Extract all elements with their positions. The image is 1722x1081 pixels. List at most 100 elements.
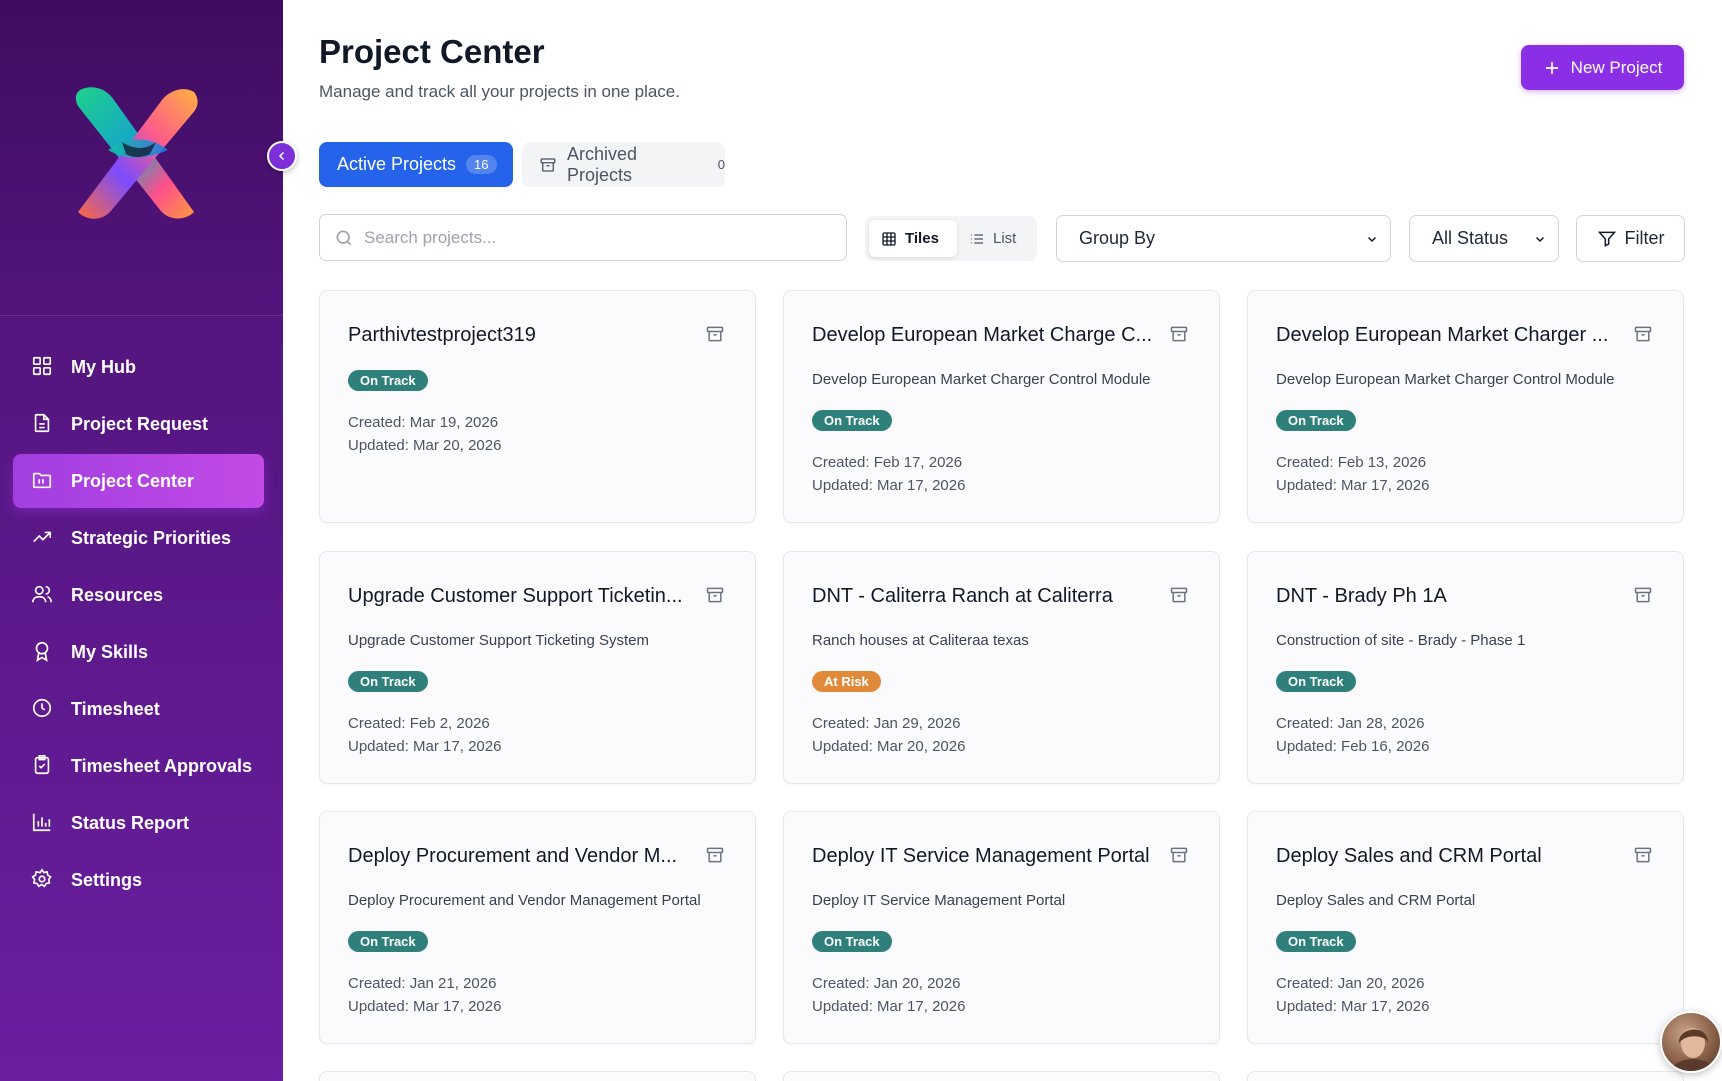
project-title: Deploy IT Service Management Portal	[812, 845, 1150, 867]
search-box	[319, 214, 847, 261]
sidebar-item-project-center[interactable]: Project Center	[13, 454, 264, 508]
project-card[interactable]: DNT - Caliterra Ranch at Caliterra Ranch…	[783, 551, 1220, 784]
status-badge: On Track	[812, 931, 892, 952]
filter-icon	[1597, 231, 1616, 247]
project-title: Deploy Sales and CRM Portal	[1276, 845, 1542, 867]
status-badge: On Track	[1276, 410, 1356, 431]
created-date: Created: Feb 17, 2026	[812, 454, 963, 471]
sidebar-item-label: Timesheet Approvals	[71, 755, 253, 776]
archive-icon[interactable]	[1633, 845, 1653, 865]
archive-icon[interactable]	[705, 585, 725, 605]
project-description: Deploy IT Service Management Portal	[812, 892, 1066, 909]
project-title: DNT - Caliterra Ranch at Caliterra	[812, 585, 1113, 607]
status-badge: On Track	[1276, 931, 1356, 952]
project-description: Construction of site - Brady - Phase 1	[1276, 632, 1526, 649]
sidebar-collapse-button[interactable]	[267, 141, 297, 171]
project-card-partial[interactable]	[783, 1071, 1220, 1081]
trending-up-icon	[31, 526, 55, 550]
project-card[interactable]: Develop European Market Charger ... Deve…	[1247, 290, 1684, 523]
project-card-partial[interactable]	[1247, 1071, 1684, 1081]
project-card[interactable]: Deploy IT Service Management Portal Depl…	[783, 811, 1220, 1044]
project-card-partial[interactable]	[319, 1071, 756, 1081]
sidebar-item-my-hub[interactable]: My Hub	[13, 340, 264, 394]
view-tiles-button[interactable]: Tiles	[869, 220, 957, 257]
project-description: Ranch houses at Caliteraa texas	[812, 632, 1029, 649]
filter-label: Filter	[1624, 228, 1665, 248]
project-description: Deploy Procurement and Vendor Management…	[348, 892, 701, 909]
sidebar: My Hub Project Request Project Center St…	[0, 0, 283, 1081]
main-content: Project Center Manage and track all your…	[283, 0, 1722, 1081]
tab-active-projects[interactable]: Active Projects 16	[319, 142, 513, 187]
clock-icon	[31, 697, 55, 721]
tab-count-badge: 0	[717, 157, 725, 172]
sidebar-item-settings[interactable]: Settings	[13, 853, 264, 907]
archive-icon[interactable]	[705, 845, 725, 865]
project-card[interactable]: Deploy Procurement and Vendor M... Deplo…	[319, 811, 756, 1044]
updated-date: Updated: Feb 16, 2026	[1276, 738, 1430, 755]
sidebar-item-timesheet[interactable]: Timesheet	[13, 682, 264, 736]
archive-icon[interactable]	[1169, 585, 1189, 605]
created-date: Created: Jan 20, 2026	[1276, 975, 1425, 992]
filter-button[interactable]: Filter	[1576, 215, 1685, 262]
chevron-left-icon	[278, 151, 285, 161]
project-card[interactable]: Deploy Sales and CRM Portal Deploy Sales…	[1247, 811, 1684, 1044]
group-by-select[interactable]: Group By	[1056, 215, 1391, 262]
view-list-button[interactable]: List	[957, 220, 1028, 257]
document-icon	[31, 412, 55, 436]
sidebar-item-label: My Skills	[71, 641, 149, 662]
project-title: Upgrade Customer Support Ticketin...	[348, 585, 683, 607]
page-subtitle: Manage and track all your projects in on…	[319, 82, 680, 101]
archive-icon[interactable]	[1169, 845, 1189, 865]
sidebar-item-timesheet-approvals[interactable]: Timesheet Approvals	[13, 739, 264, 793]
logo-area	[0, 0, 283, 316]
created-date: Created: Jan 21, 2026	[348, 975, 497, 992]
status-badge: On Track	[812, 410, 892, 431]
archive-icon[interactable]	[705, 324, 725, 344]
sidebar-item-label: Strategic Priorities	[71, 527, 232, 548]
tab-archived-projects[interactable]: Archived Projects 0	[522, 142, 725, 187]
grid-icon	[31, 355, 55, 379]
app-logo	[75, 87, 198, 219]
sidebar-item-label: My Hub	[71, 356, 136, 377]
users-icon	[31, 583, 55, 607]
project-title: Parthivtestproject319	[348, 324, 536, 346]
archive-icon[interactable]	[1633, 324, 1653, 344]
tab-label: Active Projects	[337, 154, 457, 174]
project-description: Develop European Market Charger Control …	[1276, 371, 1615, 388]
updated-date: Updated: Mar 17, 2026	[1276, 477, 1430, 494]
sidebar-item-resources[interactable]: Resources	[13, 568, 264, 622]
status-value: All Status	[1432, 228, 1509, 248]
created-date: Created: Mar 19, 2026	[348, 414, 499, 431]
table-grid-icon	[882, 231, 896, 246]
sidebar-item-strategic-priorities[interactable]: Strategic Priorities	[13, 511, 264, 565]
page-title: Project Center	[319, 33, 545, 70]
plus-icon	[1545, 61, 1558, 74]
project-card[interactable]: Upgrade Customer Support Ticketin... Upg…	[319, 551, 756, 784]
project-card[interactable]: DNT - Brady Ph 1A Construction of site -…	[1247, 551, 1684, 784]
gear-icon	[31, 868, 55, 892]
updated-date: Updated: Mar 20, 2026	[348, 437, 502, 454]
archive-icon[interactable]	[1633, 585, 1653, 605]
project-description: Deploy Sales and CRM Portal	[1276, 892, 1476, 909]
list-icon	[971, 233, 983, 244]
project-description: Develop European Market Charger Control …	[812, 371, 1151, 388]
search-icon	[336, 230, 352, 245]
sidebar-item-label: Timesheet	[71, 698, 160, 719]
sidebar-item-label: Resources	[71, 584, 164, 605]
tab-count-badge: 16	[466, 155, 497, 174]
user-avatar[interactable]	[1660, 1011, 1722, 1073]
sidebar-item-project-request[interactable]: Project Request	[13, 397, 264, 451]
sidebar-item-my-skills[interactable]: My Skills	[13, 625, 264, 679]
status-select[interactable]: All Status	[1409, 215, 1559, 262]
project-card[interactable]: Parthivtestproject319 On Track Created: …	[319, 290, 756, 523]
new-project-button[interactable]: New Project	[1521, 45, 1684, 90]
sidebar-item-label: Status Report	[71, 812, 190, 833]
clipboard-check-icon	[31, 754, 55, 778]
search-input[interactable]	[364, 227, 804, 248]
chevron-down-icon	[1535, 236, 1545, 242]
folder-icon	[31, 469, 55, 493]
sidebar-item-status-report[interactable]: Status Report	[13, 796, 264, 850]
project-title: DNT - Brady Ph 1A	[1276, 585, 1447, 607]
project-card[interactable]: Develop European Market Charge C... Deve…	[783, 290, 1220, 523]
archive-icon[interactable]	[1169, 324, 1189, 344]
